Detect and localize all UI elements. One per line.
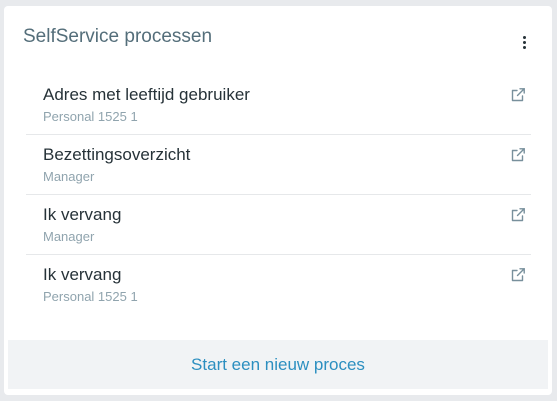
external-link-icon[interactable] <box>510 207 526 223</box>
process-item[interactable]: Ik vervang Personal 1525 1 <box>26 255 531 315</box>
process-title: Adres met leeftijd gebruiker <box>43 85 250 104</box>
process-title: Ik vervang <box>43 205 122 224</box>
start-new-process-button[interactable]: Start een nieuw proces <box>8 340 548 389</box>
more-vertical-icon[interactable] <box>516 32 532 52</box>
process-item[interactable]: Adres met leeftijd gebruiker Personal 15… <box>26 75 531 135</box>
process-subtitle: Personal 1525 1 <box>43 289 138 304</box>
process-subtitle: Manager <box>43 229 95 244</box>
menu-dot <box>522 35 526 39</box>
process-item[interactable]: Bezettingsoverzicht Manager <box>26 135 531 195</box>
external-link-icon[interactable] <box>510 147 526 163</box>
menu-dot <box>522 45 526 49</box>
process-subtitle: Manager <box>43 169 95 184</box>
process-item[interactable]: Ik vervang Manager <box>26 195 531 255</box>
process-title: Ik vervang <box>43 265 122 284</box>
external-link-icon[interactable] <box>510 87 526 103</box>
process-title: Bezettingsoverzicht <box>43 145 191 164</box>
selfservice-card: SelfService processen Adres met leeftijd… <box>4 6 552 395</box>
process-list: Adres met leeftijd gebruiker Personal 15… <box>26 75 531 315</box>
process-subtitle: Personal 1525 1 <box>43 109 138 124</box>
card-title: SelfService processen <box>23 26 213 47</box>
menu-dot <box>522 40 526 44</box>
external-link-icon[interactable] <box>510 267 526 283</box>
